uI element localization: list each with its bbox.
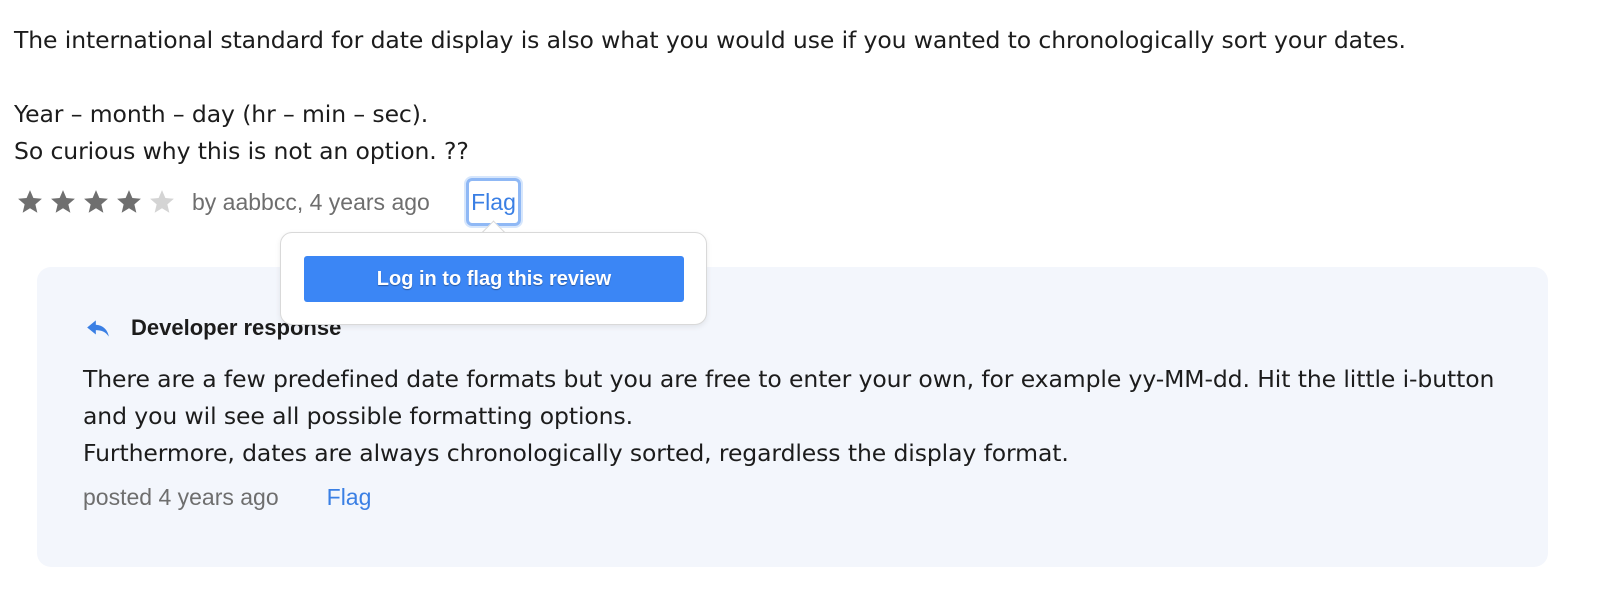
review-line-1: The international standard for date disp…	[14, 26, 1406, 54]
star-rating	[16, 188, 176, 216]
review-blank-line	[14, 59, 1604, 96]
review-line-2: Year – month – day (hr – min – sec).	[14, 100, 429, 128]
star-filled-icon	[117, 190, 141, 213]
flag-review-link[interactable]: Flag	[469, 181, 518, 223]
developer-response-card: Developer response There are a few prede…	[37, 267, 1548, 567]
review-line-3: So curious why this is not an option. ??	[14, 137, 469, 165]
developer-response-body: There are a few predefined date formats …	[83, 361, 1513, 472]
developer-response-paragraph-1: There are a few predefined date formats …	[83, 365, 1495, 430]
login-to-flag-button[interactable]: Log in to flag this review	[304, 256, 684, 302]
star-filled-icon	[84, 190, 108, 213]
star-filled-icon	[18, 190, 42, 213]
developer-response-paragraph-2: Furthermore, dates are always chronologi…	[83, 439, 1069, 467]
developer-response-footer: posted 4 years ago Flag	[83, 484, 371, 511]
star-empty-icon	[150, 190, 174, 213]
flag-response-link[interactable]: Flag	[327, 484, 372, 511]
review-byline: by aabbcc, 4 years ago	[192, 188, 430, 215]
flag-popover: Log in to flag this review	[280, 232, 707, 325]
developer-response-posted: posted 4 years ago	[83, 484, 279, 510]
review-text: The international standard for date disp…	[14, 22, 1604, 170]
review-meta: by aabbcc, 4 years ago	[16, 180, 430, 224]
star-filled-icon	[51, 190, 75, 213]
flag-focus-ring: Flag	[466, 178, 521, 226]
reply-icon	[87, 320, 109, 337]
